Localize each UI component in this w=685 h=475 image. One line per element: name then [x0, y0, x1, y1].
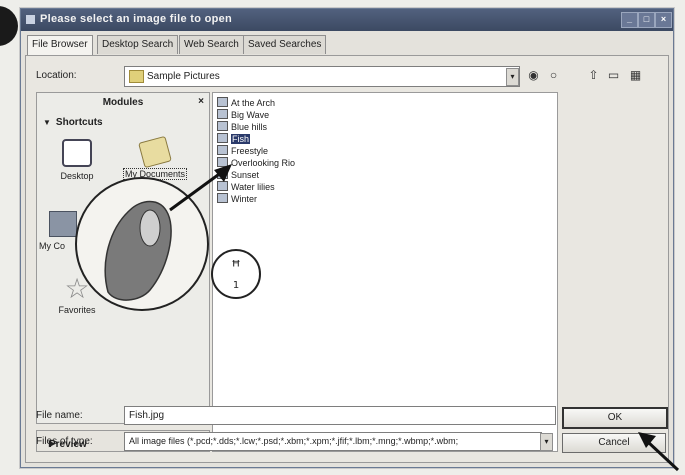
cancel-button[interactable]: Cancel: [562, 433, 666, 453]
new-folder-icon[interactable]: ▭: [606, 68, 621, 83]
file-item-at-the-arch[interactable]: At the Arch: [217, 97, 275, 108]
file-list: At the Arch Big Wave Blue hills Fish Fre…: [212, 92, 558, 452]
tab-saved-searches[interactable]: Saved Searches: [243, 35, 327, 54]
shortcut-my-documents-label: My Documents: [122, 168, 188, 180]
expand-triangle-icon: ▼: [43, 118, 51, 127]
up-folder-icon[interactable]: ⇧: [586, 68, 601, 83]
file-image-icon: [217, 193, 228, 203]
file-image-icon: [217, 181, 228, 191]
view-menu-icon[interactable]: ▦: [628, 68, 643, 83]
tab-web-search[interactable]: Web Search: [179, 35, 244, 54]
file-image-icon: [217, 133, 228, 143]
shortcut-favorites-label: Favorites: [58, 305, 96, 315]
maximize-button[interactable]: □: [638, 12, 655, 28]
file-image-icon: [217, 157, 228, 167]
file-open-dialog: Please select an image file to open _ □ …: [20, 8, 674, 468]
location-combobox[interactable]: Sample Pictures: [124, 66, 520, 87]
tab-desktop-search[interactable]: Desktop Search: [97, 35, 179, 54]
file-item-winter[interactable]: Winter: [217, 193, 257, 204]
file-type-label: Files of type:: [36, 436, 93, 447]
shortcut-my-documents[interactable]: My Documents: [119, 135, 191, 180]
file-image-icon: [217, 97, 228, 107]
shortcut-desktop[interactable]: Desktop: [47, 139, 107, 182]
ok-button[interactable]: OK: [562, 407, 668, 429]
window-title: Please select an image file to open: [40, 13, 233, 25]
location-dropdown-button[interactable]: ▾: [506, 68, 519, 86]
shortcuts-label: Shortcuts: [55, 117, 103, 128]
modules-title: Modules: [102, 97, 144, 108]
modules-panel: Modules × ▼ Shortcuts Desktop My Document…: [36, 92, 210, 424]
shortcut-my-computer[interactable]: My Co: [39, 211, 79, 252]
location-value: Sample Pictures: [147, 71, 220, 82]
file-image-icon: [217, 121, 228, 131]
file-type-dropdown-button[interactable]: ▾: [540, 433, 553, 451]
folder-icon: [129, 70, 144, 83]
location-label: Location:: [36, 70, 77, 81]
shortcuts-header[interactable]: ▼ Shortcuts: [43, 117, 103, 128]
file-image-icon: [217, 145, 228, 155]
computer-icon: [49, 211, 77, 237]
file-item-water-lilies[interactable]: Water lilies: [217, 181, 275, 192]
documents-icon: [138, 135, 172, 169]
shortcut-my-computer-label: My Co: [39, 241, 66, 251]
file-item-big-wave[interactable]: Big Wave: [217, 109, 269, 120]
desktop-icon: [62, 139, 92, 167]
file-item-sunset[interactable]: Sunset: [217, 169, 259, 180]
shortcut-desktop-label: Desktop: [60, 171, 94, 181]
file-type-select[interactable]: All image files (*.pcd;*.dds;*.lcw;*.psd…: [124, 432, 542, 451]
back-icon[interactable]: ◉: [526, 68, 541, 83]
file-item-blue-hills[interactable]: Blue hills: [217, 121, 267, 132]
forward-icon[interactable]: ○: [546, 68, 561, 83]
file-name-input[interactable]: Fish.jpg: [124, 406, 556, 425]
file-image-icon: [217, 109, 228, 119]
right-panel: [560, 92, 668, 450]
favorites-star-icon: ☆: [64, 273, 90, 304]
step-badge: [0, 6, 18, 46]
window-icon: [26, 15, 35, 24]
dialog-body: Location: Sample Pictures ▾ ◉ ○ ⇧ ▭ ▦ Mo…: [25, 55, 669, 463]
file-name-label: File name:: [36, 410, 83, 421]
modules-close-button[interactable]: ×: [198, 96, 204, 107]
title-bar: Please select an image file to open _ □ …: [21, 9, 673, 31]
tab-file-browser[interactable]: File Browser: [27, 35, 93, 56]
close-button[interactable]: ×: [655, 12, 672, 28]
file-item-freestyle[interactable]: Freestyle: [217, 145, 268, 156]
file-item-overlooking-rio[interactable]: Overlooking Rio: [217, 157, 295, 168]
minimize-button[interactable]: _: [621, 12, 638, 28]
file-image-icon: [217, 169, 228, 179]
file-item-fish[interactable]: Fish: [217, 133, 251, 144]
shortcut-favorites[interactable]: ☆ Favorites: [47, 273, 107, 316]
